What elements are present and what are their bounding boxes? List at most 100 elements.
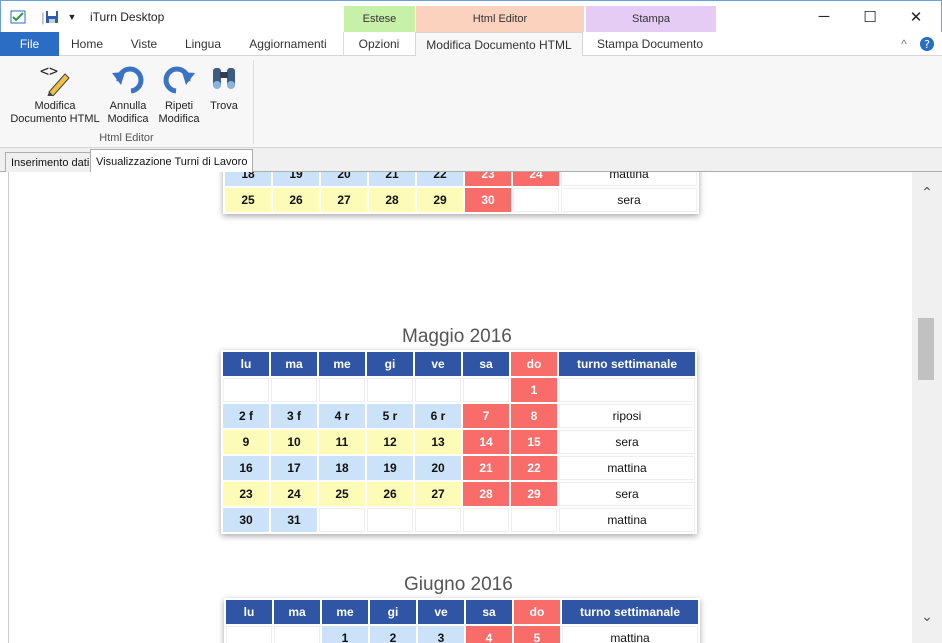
title-bar: | ▼ iTurn Desktop Estese Html Editor Sta… [0,0,942,33]
day-cell [319,508,365,532]
annulla-modifica-button[interactable]: Annulla Modifica [104,60,152,126]
day-cell: 29 [511,482,557,506]
day-cell [319,378,365,402]
day-cell: 26 [273,188,319,212]
day-cell: 14 [463,430,509,454]
day-header: gi [367,352,413,376]
day-cell: 24 [513,172,559,186]
day-header: sa [463,352,509,376]
turno-cell: mattina [562,626,698,643]
svg-text:<>: <> [40,62,58,80]
tab-opzioni[interactable]: Opzioni [343,32,414,56]
tab-file[interactable]: File [0,32,59,56]
day-header: lu [223,352,269,376]
ripeti-modifica-button[interactable]: Ripeti Modifica [155,60,203,126]
tab-viste[interactable]: Viste [122,32,166,56]
modifica-documento-html-button[interactable]: <> Modifica Documento HTML [8,60,102,126]
document-tab-row: Inserimento dati Visualizzazione Turni d… [0,148,942,173]
day-cell: 1 [511,378,557,402]
close-button[interactable]: ✕ [893,1,939,32]
binoculars-icon [206,60,242,96]
day-cell: 25 [319,482,365,506]
day-cell: 3 f [271,404,317,428]
context-header-stampa: Stampa [586,6,716,33]
ribbon-panel: <> Modifica Documento HTML Annulla Modif… [0,56,942,148]
scroll-up-icon[interactable]: ⌃ [912,184,942,204]
day-header: turno settimanale [559,352,695,376]
edit-html-icon: <> [37,60,73,96]
day-cell [367,508,413,532]
day-cell: 23 [223,482,269,506]
day-cell: 26 [367,482,413,506]
day-cell [274,626,320,643]
scrollbar-thumb[interactable] [918,318,934,380]
tab-inserimento-dati[interactable]: Inserimento dati [5,152,96,172]
day-cell: 18 [225,172,271,186]
day-header: ve [415,352,461,376]
day-cell: 27 [321,188,367,212]
turno-cell: sera [561,188,697,212]
day-cell: 20 [321,172,367,186]
day-cell [226,626,272,643]
tab-visualizzazione-turni[interactable]: Visualizzazione Turni di Lavoro [90,149,254,173]
annulla-label: Annulla Modifica [107,100,149,125]
day-cell: 24 [271,482,317,506]
customize-quick-access-icon[interactable]: ▼ [63,8,81,26]
scroll-down-icon[interactable]: ⌄ [912,608,942,628]
day-cell: 22 [417,172,463,186]
modifica-label: Modifica Documento HTML [10,100,100,125]
day-cell: 1 [322,626,368,643]
app-logo-icon [9,8,27,26]
tab-aggiornamenti[interactable]: Aggiornamenti [243,32,333,56]
day-cell: 16 [223,456,269,480]
day-cell [415,378,461,402]
tab-stampa-documento[interactable]: Stampa Documento [585,32,715,56]
vertical-scrollbar[interactable] [912,172,942,643]
day-cell: 17 [271,456,317,480]
trova-button[interactable]: Trova [205,60,243,113]
day-cell: 22 [511,456,557,480]
tab-modifica-documento-html[interactable]: Modifica Documento HTML [415,32,583,57]
ribbon-group-separator [253,60,254,144]
week-row: 25 26 27 28 29 30 sera [225,188,697,212]
day-cell: 19 [367,456,413,480]
ripeti-label: Ripeti Modifica [158,100,200,125]
week-row: 2 f3 f4 r5 r6 r 7 8 riposi [223,404,695,428]
week-row: 18 19 20 21 22 23 24 mattina [225,172,697,186]
day-cell: 4 [466,626,512,643]
tab-lingua[interactable]: Lingua [176,32,230,56]
week-row: 23 24 25 26 27 28 29 sera [223,482,695,506]
collapse-ribbon-icon[interactable]: ^ [896,32,912,56]
day-cell [463,378,509,402]
day-cell: 4 r [319,404,365,428]
trova-label: Trova [210,100,238,112]
day-cell: 7 [463,404,509,428]
maximize-button[interactable]: ☐ [847,1,893,32]
undo-icon [110,60,146,96]
day-cell: 2 f [223,404,269,428]
help-icon[interactable]: ? [917,32,937,56]
tab-home[interactable]: Home [63,32,111,56]
month-title-giugno: Giugno 2016 [404,574,513,595]
minimize-button[interactable]: ─ [801,1,847,32]
day-cell: 11 [319,430,365,454]
day-cell: 12 [367,430,413,454]
day-header: ma [274,600,320,624]
turno-cell: sera [559,482,695,506]
day-cell [511,508,557,532]
day-cell: 29 [417,188,463,212]
day-cell [463,508,509,532]
day-cell: 25 [225,188,271,212]
month-title-maggio: Maggio 2016 [402,326,512,347]
week-row: 30 31 mattina [223,508,695,532]
day-cell: 20 [415,456,461,480]
save-icon[interactable] [43,8,61,26]
document-view[interactable]: 18 19 20 21 22 23 24 mattina 25 26 27 28 29 30 sera Ma… [8,172,912,643]
redo-icon [161,60,197,96]
day-cell: 13 [415,430,461,454]
day-cell: 27 [415,482,461,506]
week-row: 1 [223,378,695,402]
day-cell: 30 [465,188,511,212]
day-cell: 5 [514,626,560,643]
day-cell: 28 [369,188,415,212]
